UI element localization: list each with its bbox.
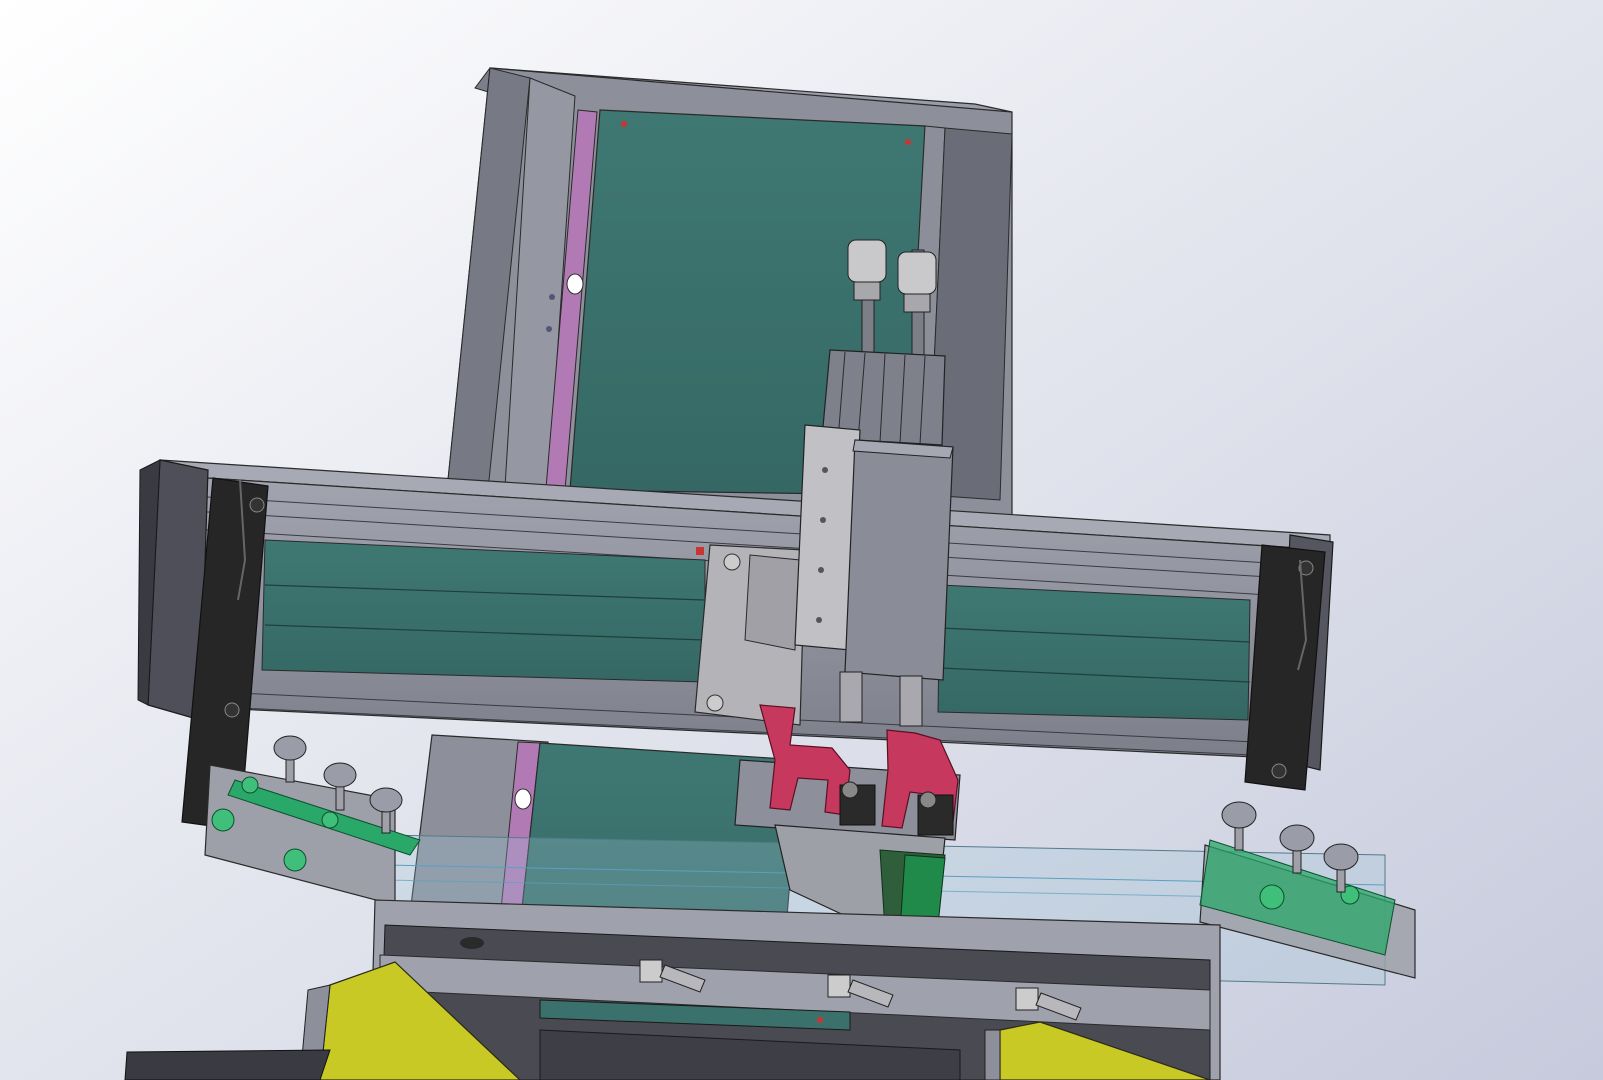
carriage-plate[interactable]	[694, 544, 806, 726]
cad-model-viewport[interactable]	[0, 0, 1603, 1080]
rod-end-left	[847, 239, 887, 301]
cad-assembly-drawing	[0, 0, 1603, 1080]
rod-end-right	[897, 251, 937, 313]
